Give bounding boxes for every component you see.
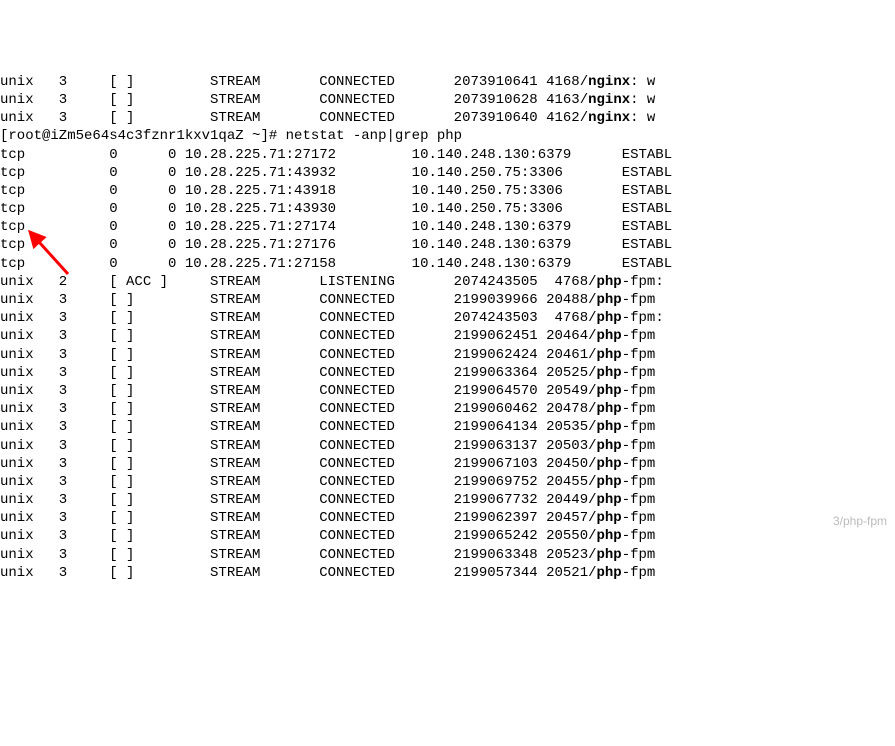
netstat-row: unix 3 [ ] STREAM CONNECTED 2199060462 2…	[0, 400, 895, 418]
shell-prompt-line[interactable]: [root@iZm5e64s4c3fznr1kxv1qaZ ~]# netsta…	[0, 127, 895, 145]
netstat-row: tcp 0 0 10.28.225.71:43918 10.140.250.75…	[0, 182, 895, 200]
netstat-row: unix 3 [ ] STREAM CONNECTED 2074243503 4…	[0, 309, 895, 327]
shell-prompt: [root@iZm5e64s4c3fznr1kxv1qaZ ~]#	[0, 128, 286, 144]
netstat-row: unix 3 [ ] STREAM CONNECTED 2199062397 2…	[0, 509, 895, 527]
netstat-row: unix 3 [ ] STREAM CONNECTED 2199057344 2…	[0, 564, 895, 582]
netstat-row: unix 3 [ ] STREAM CONNECTED 2073910641 4…	[0, 73, 895, 91]
netstat-row: unix 3 [ ] STREAM CONNECTED 2199067103 2…	[0, 455, 895, 473]
netstat-row: unix 3 [ ] STREAM CONNECTED 2073910640 4…	[0, 109, 895, 127]
netstat-row: tcp 0 0 10.28.225.71:27158 10.140.248.13…	[0, 255, 895, 273]
netstat-row: tcp 0 0 10.28.225.71:27174 10.140.248.13…	[0, 218, 895, 236]
netstat-row: unix 3 [ ] STREAM CONNECTED 2199065242 2…	[0, 527, 895, 545]
netstat-row: unix 3 [ ] STREAM CONNECTED 2199063348 2…	[0, 546, 895, 564]
netstat-row: unix 3 [ ] STREAM CONNECTED 2199067732 2…	[0, 491, 895, 509]
netstat-row: unix 3 [ ] STREAM CONNECTED 2199063137 2…	[0, 437, 895, 455]
netstat-row: tcp 0 0 10.28.225.71:43932 10.140.250.75…	[0, 164, 895, 182]
netstat-row: unix 3 [ ] STREAM CONNECTED 2199064134 2…	[0, 418, 895, 436]
terminal-output[interactable]: unix 3 [ ] STREAM CONNECTED 2073910641 4…	[0, 73, 895, 582]
netstat-row: tcp 0 0 10.28.225.71:43930 10.140.250.75…	[0, 200, 895, 218]
shell-command: netstat -anp|grep php	[286, 128, 462, 144]
netstat-row: unix 3 [ ] STREAM CONNECTED 2199069752 2…	[0, 473, 895, 491]
watermark-text: 3/php-fpm	[833, 514, 887, 530]
netstat-row: unix 3 [ ] STREAM CONNECTED 2199063364 2…	[0, 364, 895, 382]
netstat-row: unix 3 [ ] STREAM CONNECTED 2199062424 2…	[0, 346, 895, 364]
netstat-row: unix 3 [ ] STREAM CONNECTED 2199039966 2…	[0, 291, 895, 309]
netstat-row: tcp 0 0 10.28.225.71:27176 10.140.248.13…	[0, 236, 895, 254]
netstat-row: unix 3 [ ] STREAM CONNECTED 2199064570 2…	[0, 382, 895, 400]
netstat-row: unix 3 [ ] STREAM CONNECTED 2073910628 4…	[0, 91, 895, 109]
netstat-row: unix 2 [ ACC ] STREAM LISTENING 20742435…	[0, 273, 895, 291]
netstat-row: unix 3 [ ] STREAM CONNECTED 2199062451 2…	[0, 327, 895, 345]
netstat-row: tcp 0 0 10.28.225.71:27172 10.140.248.13…	[0, 146, 895, 164]
